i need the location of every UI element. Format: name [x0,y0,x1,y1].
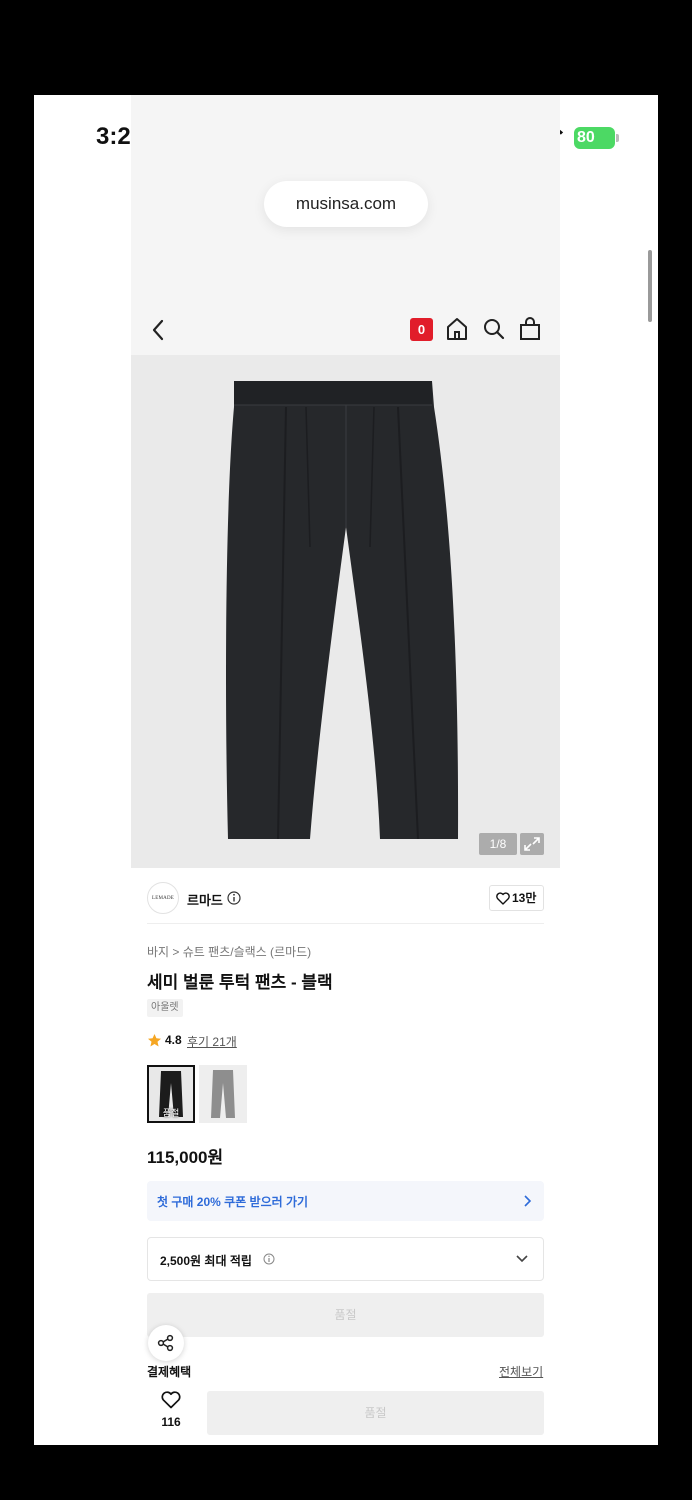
star-icon [148,1034,161,1047]
brand-name[interactable]: 르마드 [187,890,223,909]
brand-like-button[interactable]: 13만 [489,885,544,911]
back-icon[interactable] [149,317,169,343]
breadcrumb[interactable]: 바지 > 슈트 팬츠/슬랙스 (르마드) [147,943,311,960]
product-title: 세미 벌룬 투턱 팬츠 - 블랙 [147,973,333,992]
info-icon[interactable] [263,1253,275,1265]
brand-row[interactable]: LEMADE 르마드 13만 [147,880,544,924]
chevron-right-icon [524,1195,532,1207]
battery-tip [616,134,619,142]
search-icon[interactable] [482,317,506,341]
battery-level: 80 [574,127,615,149]
soldout-label: 품절 [162,1108,180,1118]
product-price: 115,000원 [147,1148,224,1167]
share-button[interactable] [148,1325,184,1361]
view-all-link[interactable]: 전체보기 [499,1363,543,1380]
coupon-banner[interactable]: 첫 구매 20% 쿠폰 받으러 가기 [147,1181,544,1221]
heart-icon [161,1391,181,1409]
soldout-bar: 품절 [147,1293,544,1337]
points-dropdown[interactable]: 2,500원 최대 적립 [147,1237,544,1281]
product-photo [226,381,459,839]
scrollbar[interactable] [648,250,652,322]
image-counter: 1/8 [479,833,517,855]
buy-button-disabled[interactable]: 품절 [207,1391,544,1435]
share-icon [157,1334,174,1352]
color-swatch-gray[interactable] [199,1065,247,1123]
phone-screen: 3:20 80 musinsa.com 0 1/8 LEMADE 르마드 13만… [34,95,658,1445]
brand-like-count: 13만 [512,891,537,905]
payment-benefits-label: 결제혜택 [147,1365,192,1379]
shopping-bag-icon[interactable] [518,316,542,342]
product-image-gallery[interactable]: 1/8 [131,355,560,868]
heart-icon [496,892,510,905]
bottom-like-button[interactable]: 116 [153,1391,189,1433]
chevron-down-icon [516,1255,528,1263]
rating-value: 4.8 [165,1033,182,1047]
points-text: 2,500원 최대 적립 [160,1254,252,1268]
review-link[interactable]: 후기 21개 [187,1033,237,1050]
swatch-thumbnail [211,1070,235,1118]
cart-count-badge[interactable]: 0 [410,318,433,341]
page-header: 0 [131,307,560,355]
home-icon[interactable] [445,316,469,342]
info-icon[interactable] [227,891,241,905]
coupon-text: 첫 구매 20% 쿠폰 받으러 가기 [157,1195,309,1209]
brand-logo[interactable]: LEMADE [147,882,179,914]
url-bar[interactable]: musinsa.com [264,181,428,227]
color-swatch-black[interactable]: 품절 [147,1065,195,1123]
bottom-like-count: 116 [161,1415,181,1429]
expand-icon[interactable] [520,833,544,855]
outlet-tag: 아울렛 [147,999,183,1017]
web-page: musinsa.com 0 1/8 LEMADE 르마드 13만 바지 > 슈트… [131,95,560,1445]
battery-indicator: 80 [574,125,620,151]
